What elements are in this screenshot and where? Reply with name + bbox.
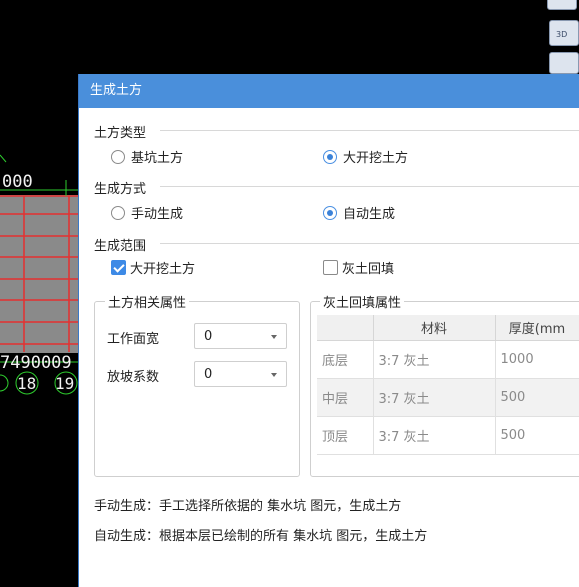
- layer-name-cell: 顶层: [317, 416, 374, 455]
- radio-indicator: [111, 149, 125, 164]
- thickness-cell[interactable]: 500: [495, 378, 579, 417]
- grid-bubble-18: 18: [17, 374, 36, 393]
- select-value: 0: [204, 367, 213, 382]
- radio-manual-generate[interactable]: 手动生成: [111, 203, 183, 222]
- table-row[interactable]: 底层 3:7 灰土 1000: [317, 340, 579, 379]
- thickness-cell[interactable]: 1000: [495, 340, 579, 379]
- layer-name-cell: 中层: [317, 378, 374, 417]
- chevron-down-icon: [271, 335, 277, 339]
- checkbox-open-excavation[interactable]: 大开挖土方: [111, 258, 195, 277]
- gen-range-label: 生成范围: [94, 239, 147, 254]
- gen-range-divider: [160, 243, 579, 244]
- slope-coefficient-label: 放坡系数: [107, 370, 160, 385]
- checkbox-label: 大开挖土方: [130, 262, 196, 277]
- view-cube-icon[interactable]: [549, 52, 579, 74]
- column-header-thickness: 厚度(mm: [495, 315, 579, 341]
- work-face-width-select[interactable]: 0: [194, 323, 287, 349]
- table-header-row: 材料 厚度(mm: [317, 315, 579, 341]
- radio-label: 基坑土方: [131, 151, 184, 166]
- auto-generate-description: 自动生成：根据本层已绘制的所有 集水坑 图元，生成土方: [94, 529, 428, 544]
- grid-bubble-19: 19: [55, 374, 74, 393]
- column-header: [317, 315, 374, 341]
- view-3d-button[interactable]: 3D: [549, 20, 579, 46]
- chevron-down-icon: [271, 373, 277, 377]
- material-cell[interactable]: 3:7 灰土: [373, 416, 496, 455]
- gen-method-divider: [160, 186, 579, 187]
- earth-type-label: 土方类型: [94, 126, 147, 141]
- material-cell[interactable]: 3:7 灰土: [373, 340, 496, 379]
- manual-generate-description: 手动生成：手工选择所依据的 集水坑 图元，生成土方: [94, 499, 402, 514]
- radio-pit-earthwork[interactable]: 基坑土方: [111, 147, 183, 166]
- radio-open-excavation[interactable]: 大开挖土方: [323, 147, 408, 166]
- dialog-title[interactable]: 生成土方: [79, 74, 579, 108]
- view-3d-label: 3D: [556, 30, 568, 39]
- checkbox-indicator: [323, 260, 338, 275]
- radio-indicator-selected: [323, 205, 337, 220]
- fill-props-title: 灰土回填属性: [320, 292, 405, 311]
- radio-indicator: [111, 205, 125, 220]
- thickness-cell[interactable]: 500: [495, 416, 579, 455]
- select-value: 0: [204, 329, 213, 344]
- radio-label: 自动生成: [343, 207, 396, 222]
- layer-name-cell: 底层: [317, 340, 374, 379]
- radio-indicator-selected: [323, 149, 337, 164]
- checkbox-label: 灰土回填: [342, 262, 395, 277]
- column-header-material: 材料: [373, 315, 496, 341]
- work-face-width-label: 工作面宽: [107, 332, 160, 347]
- dimension-text-bottom: 7490009: [0, 353, 72, 373]
- view-toggle-button[interactable]: [547, 0, 577, 10]
- radio-label: 大开挖土方: [343, 151, 409, 166]
- checkbox-indicator-checked: [111, 260, 126, 275]
- slope-coefficient-select[interactable]: 0: [194, 361, 287, 387]
- radio-label: 手动生成: [131, 207, 184, 222]
- gen-method-label: 生成方式: [94, 182, 147, 197]
- radio-auto-generate[interactable]: 自动生成: [323, 203, 395, 222]
- checkbox-lime-soil-backfill[interactable]: 灰土回填: [323, 258, 394, 277]
- dimension-text-top: 000: [2, 172, 33, 192]
- material-cell[interactable]: 3:7 灰土: [373, 378, 496, 417]
- earth-props-title: 土方相关属性: [105, 292, 190, 311]
- fill-layers-table: 材料 厚度(mm 底层 3:7 灰土 1000 中层 3:7 灰土 500 顶层…: [317, 315, 579, 455]
- table-row[interactable]: 中层 3:7 灰土 500: [317, 378, 579, 417]
- earth-type-divider: [160, 130, 579, 131]
- table-row[interactable]: 顶层 3:7 灰土 500: [317, 416, 579, 455]
